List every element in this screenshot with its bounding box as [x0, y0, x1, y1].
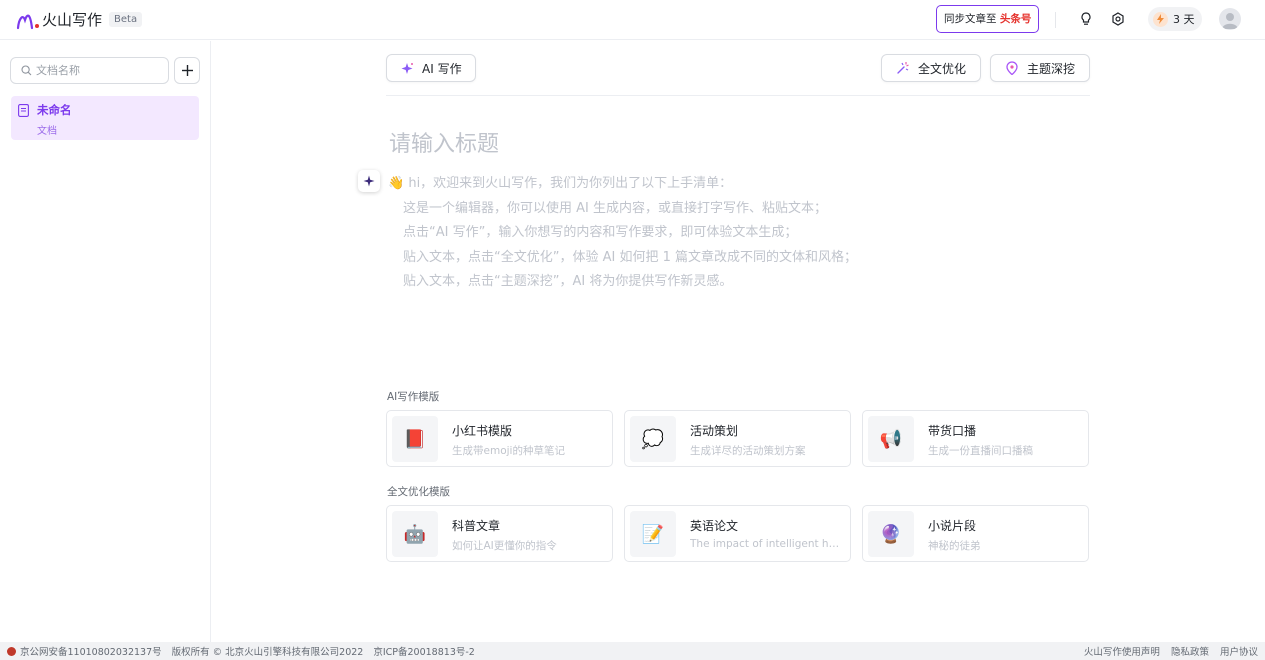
- memo-icon: 📝: [630, 511, 676, 557]
- template-title: 小红书模版: [452, 424, 513, 438]
- document-type: 文档: [37, 126, 57, 137]
- template-title: 带货口播: [928, 424, 977, 438]
- template-subtitle: 生成详尽的活动策划方案: [690, 445, 806, 457]
- copyright-text: 版权所有 © 北京火山引擎科技有限公司2022: [171, 647, 364, 658]
- document-list-item[interactable]: 未命名 文档: [11, 96, 199, 140]
- lightbulb-icon[interactable]: [1078, 11, 1094, 27]
- streak-badge[interactable]: 3 天: [1148, 7, 1202, 31]
- template-title: 小说片段: [928, 519, 977, 533]
- editor-body[interactable]: 👋 hi，欢迎来到火山写作，我们为你列出了以下上手清单： 这是一个编辑器，你可以…: [388, 172, 857, 295]
- user-icon: [1222, 13, 1238, 29]
- red-book-icon: 📕: [392, 416, 438, 462]
- template-title: 活动策划: [690, 424, 739, 438]
- crystal-ball-icon: 🔮: [868, 511, 914, 557]
- sync-prefix: 同步文章至: [944, 13, 997, 25]
- volcano-logo-icon: [16, 14, 39, 29]
- toolbar-divider: [386, 95, 1090, 96]
- doc-search-input[interactable]: [36, 64, 156, 77]
- icp-record-link[interactable]: 京ICP备20018813号-2: [373, 644, 475, 658]
- template-card-science[interactable]: 🤖 科普文章 如何让AI更懂你的指令: [386, 505, 613, 562]
- thought-bubble-icon: 💭: [630, 416, 676, 462]
- document-sidebar: 未命名 文档: [0, 41, 211, 642]
- sync-target: 头条号: [999, 13, 1032, 25]
- top-header: 火山写作 Beta 同步文章至 头条号 3 天: [0, 0, 1265, 40]
- location-pin-icon: [1006, 61, 1018, 75]
- waving-hand-icon: 👋: [388, 176, 405, 191]
- ai-write-label: AI 写作: [422, 61, 462, 76]
- template-card-novel[interactable]: 🔮 小说片段 神秘的徒弟: [862, 505, 1089, 562]
- ai-template-section-label: AI写作模版: [387, 391, 440, 403]
- template-card-event-plan[interactable]: 💭 活动策划 生成详尽的活动策划方案: [624, 410, 851, 467]
- intro-line-2: 这是一个编辑器，你可以使用 AI 生成内容，或直接打字写作、粘贴文本；: [403, 200, 827, 216]
- magic-wand-icon: [897, 62, 909, 74]
- ai-write-button[interactable]: AI 写作: [386, 54, 476, 82]
- sparkle-icon: [363, 175, 375, 187]
- template-card-livestream[interactable]: 📢 带货口播 生成一份直播间口播稿: [862, 410, 1089, 467]
- optimize-button[interactable]: 全文优化: [881, 54, 981, 82]
- usage-statement-link[interactable]: 火山写作使用声明: [1084, 647, 1160, 658]
- template-subtitle: 生成带emoji的种草笔记: [452, 445, 565, 457]
- optimize-label: 全文优化: [918, 61, 967, 76]
- add-document-button[interactable]: [174, 57, 200, 84]
- template-subtitle: 神秘的徒弟: [928, 540, 981, 552]
- search-icon: [21, 65, 32, 76]
- bolt-icon: [1153, 11, 1168, 27]
- template-subtitle: The impact of intelligent hou...: [690, 538, 845, 550]
- robot-icon: 🤖: [392, 511, 438, 557]
- privacy-policy-link[interactable]: 隐私政策: [1171, 647, 1209, 658]
- sparkle-icon: [401, 62, 413, 74]
- police-record-link[interactable]: 京公网安备11010802032137号: [20, 644, 162, 658]
- footer-links: 火山写作使用声明 隐私政策 用户协议: [1076, 644, 1258, 658]
- sync-article-button[interactable]: 同步文章至 头条号: [936, 5, 1040, 33]
- user-agreement-link[interactable]: 用户协议: [1220, 647, 1258, 658]
- police-badge-icon: [7, 646, 16, 656]
- plugin-icon[interactable]: [1110, 11, 1126, 27]
- megaphone-icon: 📢: [868, 416, 914, 462]
- header-divider: [1055, 12, 1056, 28]
- template-title: 科普文章: [452, 519, 501, 533]
- document-title: 未命名: [37, 103, 72, 117]
- beta-badge: Beta: [109, 12, 143, 27]
- inline-ai-button[interactable]: [358, 170, 380, 192]
- title-input[interactable]: 请输入标题: [389, 126, 499, 158]
- streak-days: 3 天: [1173, 13, 1195, 26]
- document-icon: [18, 104, 29, 117]
- template-card-english-paper[interactable]: 📝 英语论文 The impact of intelligent hou...: [624, 505, 851, 562]
- footer-legal: 京公网安备11010802032137号 版权所有 © 北京火山引擎科技有限公司…: [7, 644, 485, 658]
- app-logo[interactable]: 火山写作 Beta: [16, 9, 143, 30]
- deep-dive-label: 主题深挖: [1027, 61, 1076, 76]
- optimize-template-section-label: 全文优化模版: [387, 486, 450, 498]
- intro-line-1: 👋 hi，欢迎来到火山写作，我们为你列出了以下上手清单：: [388, 172, 857, 197]
- app-name: 火山写作: [42, 11, 103, 29]
- template-subtitle: 如何让AI更懂你的指令: [452, 540, 557, 552]
- page-footer: 京公网安备11010802032137号 版权所有 © 北京火山引擎科技有限公司…: [0, 642, 1265, 660]
- intro-text: hi，欢迎来到火山写作，我们为你列出了以下上手清单：: [408, 176, 733, 191]
- intro-line-4: 贴入文本，点击“全文优化”，体验 AI 如何把 1 篇文章改成不同的文体和风格；: [403, 249, 857, 265]
- intro-line-5: 贴入文本，点击“主题深挖”，AI 将为你提供写作新灵感。: [403, 274, 733, 289]
- template-subtitle: 生成一份直播间口播稿: [928, 445, 1033, 457]
- plus-icon: [181, 65, 193, 76]
- deep-dive-button[interactable]: 主题深挖: [990, 54, 1090, 82]
- user-avatar[interactable]: [1219, 8, 1241, 30]
- template-card-xiaohongshu[interactable]: 📕 小红书模版 生成带emoji的种草笔记: [386, 410, 613, 467]
- template-title: 英语论文: [690, 519, 739, 533]
- doc-search[interactable]: [10, 57, 169, 84]
- intro-line-3: 点击“AI 写作”，输入你想写的内容和写作要求，即可体验文本生成；: [403, 225, 798, 240]
